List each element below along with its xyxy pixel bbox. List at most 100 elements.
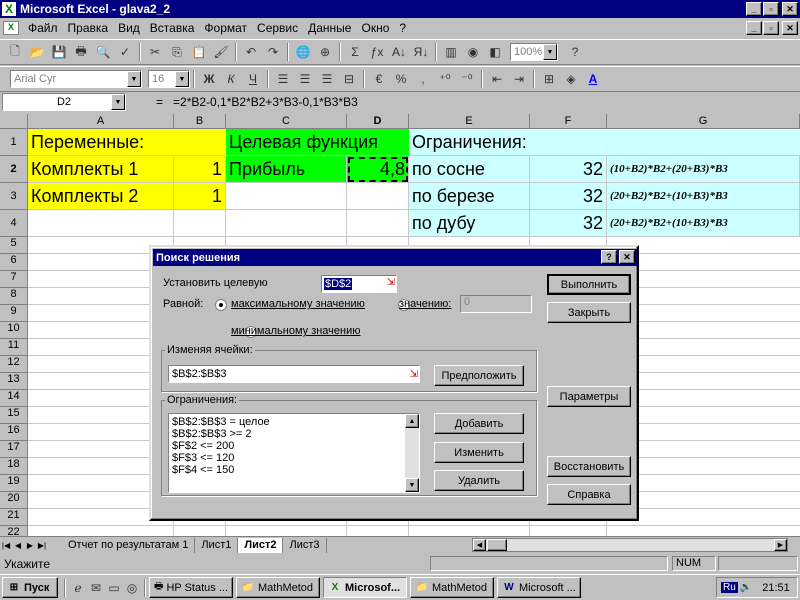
- fill-color-icon[interactable]: ◈: [560, 69, 582, 89]
- cell-e2[interactable]: по сосне: [409, 156, 530, 183]
- constraints-list[interactable]: $B$2:$B$3 = целое $B$2:$B$3 >= 2 $F$2 <=…: [168, 413, 420, 493]
- formula-input[interactable]: =2*B2-0,1*B2*B2+3*B3-0,1*B3*B3: [173, 95, 358, 109]
- menu-insert[interactable]: Вставка: [145, 21, 200, 35]
- row-header-4[interactable]: 4: [0, 210, 28, 237]
- save-icon[interactable]: 💾: [48, 42, 70, 62]
- row-header-19[interactable]: 19: [0, 475, 28, 492]
- cell-c1[interactable]: Целевая функция: [226, 129, 409, 156]
- cell-c2[interactable]: Прибыль: [226, 156, 347, 183]
- row-header-17[interactable]: 17: [0, 441, 28, 458]
- scroll-left-icon[interactable]: ◀: [473, 539, 486, 551]
- align-center-icon[interactable]: ☰: [294, 69, 316, 89]
- cell-d2[interactable]: 4,8: [347, 156, 409, 183]
- column-header-c[interactable]: C: [226, 114, 347, 129]
- cell-a3[interactable]: Комплекты 2: [28, 183, 174, 210]
- increase-decimal-icon[interactable]: ⁺⁰: [434, 69, 456, 89]
- function-icon[interactable]: ƒx: [366, 42, 388, 62]
- guess-button[interactable]: Предположить: [434, 365, 524, 386]
- menu-edit[interactable]: Правка: [63, 21, 114, 35]
- scroll-thumb[interactable]: [487, 539, 507, 551]
- cell-e3[interactable]: по березе: [409, 183, 530, 210]
- scroll-right-icon[interactable]: ▶: [774, 539, 787, 551]
- copy-icon[interactable]: ⎘: [166, 42, 188, 62]
- chart-wizard-icon[interactable]: ▥: [440, 42, 462, 62]
- merge-center-icon[interactable]: ⊟: [338, 69, 360, 89]
- italic-icon[interactable]: К: [220, 69, 242, 89]
- tab-report[interactable]: Отчет по результатам 1: [62, 537, 196, 553]
- equals-sign[interactable]: =: [156, 95, 163, 109]
- office-assistant-icon[interactable]: ?: [564, 42, 586, 62]
- redo-icon[interactable]: ↷: [262, 42, 284, 62]
- cell-b4[interactable]: [174, 210, 226, 237]
- undo-icon[interactable]: ↶: [240, 42, 262, 62]
- menu-file[interactable]: Файл: [23, 21, 63, 35]
- paste-icon[interactable]: 📋: [188, 42, 210, 62]
- last-sheet-icon[interactable]: ▶|: [36, 538, 48, 552]
- zoom-select[interactable]: 100% ▼: [510, 43, 558, 61]
- cut-icon[interactable]: ✂: [144, 42, 166, 62]
- constraint-item[interactable]: $B$2:$B$3 = целое: [172, 416, 416, 428]
- select-all-corner[interactable]: [0, 114, 28, 129]
- name-box[interactable]: D2 ▼: [2, 93, 126, 111]
- horizontal-scrollbar[interactable]: ◀ ▶: [472, 538, 788, 552]
- cell-e4[interactable]: по дубу: [409, 210, 530, 237]
- cell-e1[interactable]: Ограничения:: [409, 129, 800, 156]
- row-header-18[interactable]: 18: [0, 458, 28, 475]
- cell-d4[interactable]: [347, 210, 409, 237]
- quicklaunch-channels-icon[interactable]: ◎: [123, 578, 141, 598]
- volume-icon[interactable]: 🔊: [740, 582, 752, 593]
- row-header-11[interactable]: 11: [0, 339, 28, 356]
- increase-indent-icon[interactable]: ⇥: [508, 69, 530, 89]
- cell-g4[interactable]: (20+B2)*B2+(10+B3)*B3: [607, 210, 800, 237]
- options-button[interactable]: Параметры: [547, 386, 631, 407]
- row-header-22[interactable]: 22: [0, 526, 28, 536]
- cell-b2[interactable]: 1: [174, 156, 226, 183]
- add-constraint-button[interactable]: Добавить: [434, 413, 524, 434]
- decrease-decimal-icon[interactable]: ⁻⁰: [456, 69, 478, 89]
- first-sheet-icon[interactable]: |◀: [0, 538, 12, 552]
- solve-button[interactable]: Выполнить: [547, 274, 631, 295]
- target-cell-input[interactable]: $D$2 ⇲: [321, 275, 397, 293]
- comma-icon[interactable]: ,: [412, 69, 434, 89]
- tab-sheet3[interactable]: Лист3: [283, 537, 327, 553]
- reset-all-button[interactable]: Восстановить: [547, 456, 631, 477]
- row-header-20[interactable]: 20: [0, 492, 28, 509]
- doc-maximize-button[interactable]: ▫: [763, 21, 779, 35]
- close-dialog-button[interactable]: Закрыть: [547, 302, 631, 323]
- value-input[interactable]: 0: [460, 295, 532, 313]
- scroll-down-icon[interactable]: ▼: [405, 478, 419, 492]
- changing-cells-input[interactable]: $B$2:$B$3 ⇲: [168, 365, 420, 383]
- row-header-8[interactable]: 8: [0, 288, 28, 305]
- decrease-indent-icon[interactable]: ⇤: [486, 69, 508, 89]
- collapse-dialog-icon[interactable]: ⇲: [410, 367, 418, 383]
- menu-tools[interactable]: Сервис: [252, 21, 303, 35]
- row-header-16[interactable]: 16: [0, 424, 28, 441]
- chevron-down-icon[interactable]: ▼: [111, 94, 125, 110]
- font-color-icon[interactable]: A: [582, 69, 604, 89]
- help-button[interactable]: Справка: [547, 484, 631, 505]
- cell-f4[interactable]: 32: [530, 210, 607, 237]
- prev-sheet-icon[interactable]: ◀: [12, 538, 24, 552]
- cell-f3[interactable]: 32: [530, 183, 607, 210]
- constraints-scrollbar[interactable]: ▲ ▼: [405, 414, 419, 492]
- preview-icon[interactable]: 🔍: [92, 42, 114, 62]
- menu-window[interactable]: Окно: [356, 21, 394, 35]
- cell-a4[interactable]: [28, 210, 174, 237]
- scroll-up-icon[interactable]: ▲: [405, 414, 419, 428]
- row-header-10[interactable]: 10: [0, 322, 28, 339]
- dialog-close-button[interactable]: ✕: [619, 250, 635, 264]
- row-header-5[interactable]: 5: [0, 237, 28, 254]
- currency-icon[interactable]: €: [368, 69, 390, 89]
- percent-icon[interactable]: %: [390, 69, 412, 89]
- task-mathmetod-1[interactable]: 📁 MathMetod: [236, 577, 320, 598]
- align-right-icon[interactable]: ☰: [316, 69, 338, 89]
- map-icon[interactable]: ◉: [462, 42, 484, 62]
- value-radio-label[interactable]: значению:: [399, 298, 451, 310]
- constraint-item[interactable]: $F$3 <= 120: [172, 452, 416, 464]
- dialog-help-button[interactable]: ?: [601, 250, 617, 264]
- font-select[interactable]: Arial Cyr ▼: [10, 70, 142, 88]
- constraint-item[interactable]: $F$2 <= 200: [172, 440, 416, 452]
- column-header-b[interactable]: B: [174, 114, 226, 129]
- constraint-item[interactable]: $F$4 <= 150: [172, 464, 416, 476]
- close-button[interactable]: ✕: [782, 2, 798, 16]
